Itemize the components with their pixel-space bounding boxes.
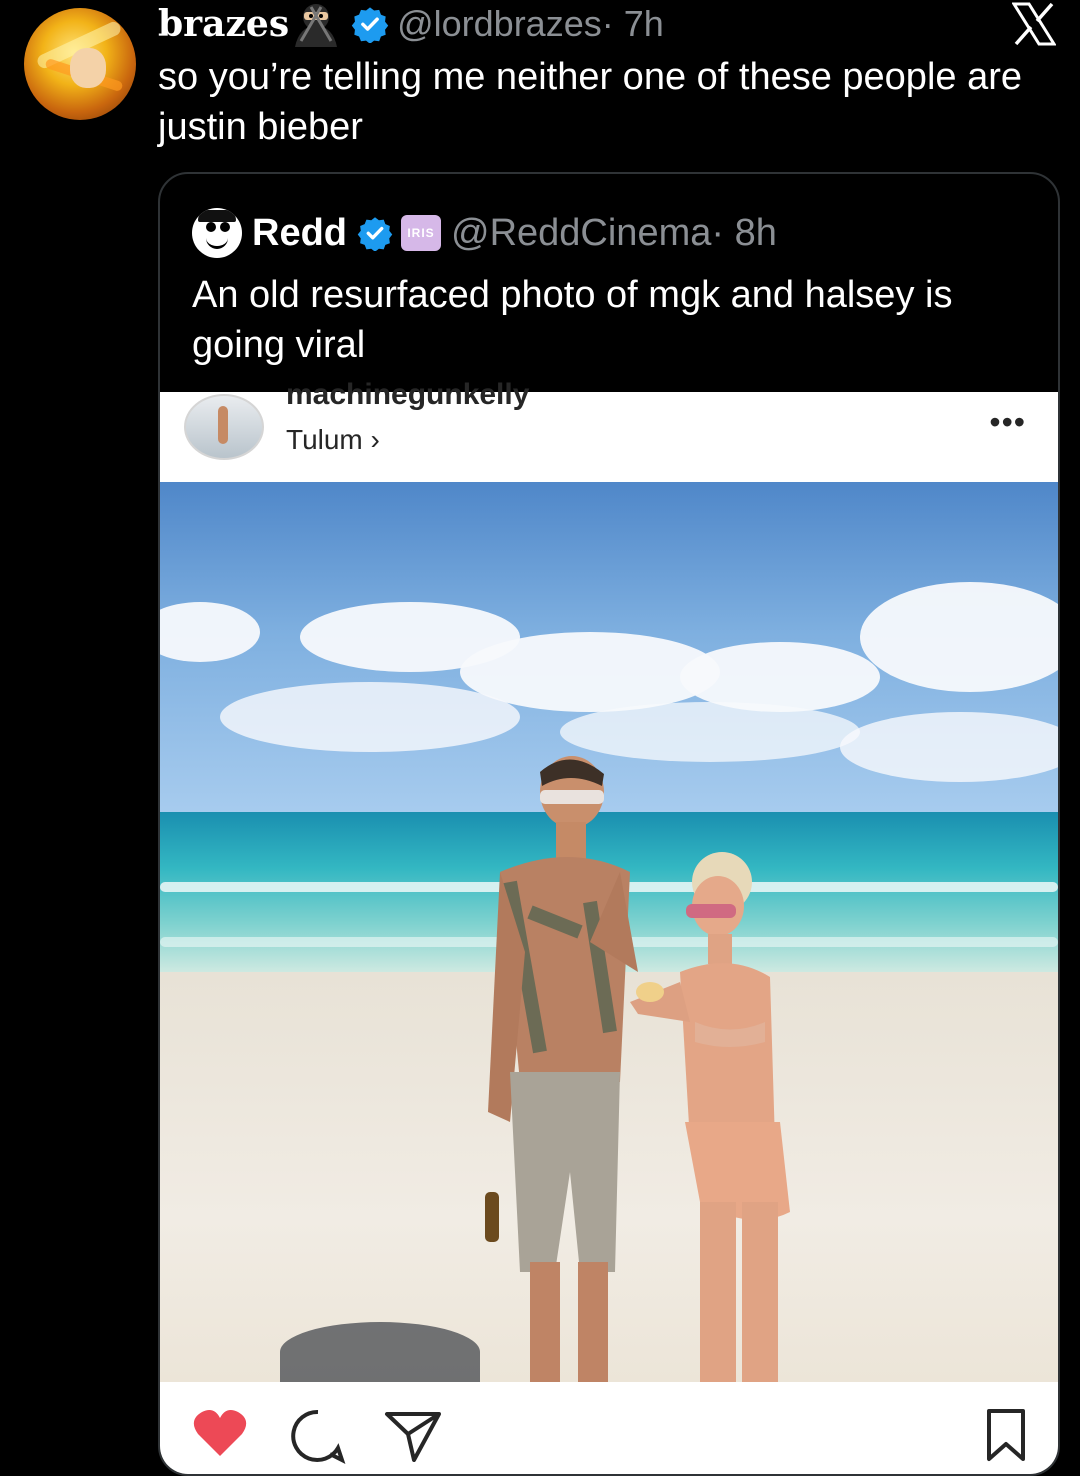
- comment-icon[interactable]: [290, 1408, 346, 1464]
- beach-photo: [160, 482, 1058, 1382]
- more-options-icon: •••: [989, 404, 1026, 440]
- woman-figure: [630, 852, 790, 1382]
- chevron-right-icon: ›: [370, 424, 380, 455]
- embedded-instagram-post[interactable]: machinegunkelly Tulum › •••: [160, 378, 1058, 1474]
- author-avatar[interactable]: [24, 8, 136, 120]
- share-icon[interactable]: [384, 1410, 442, 1462]
- tweet-text: so you’re telling me neither one of thes…: [158, 56, 1022, 148]
- quoted-tweet-text: An old resurfaced photo of mgk and halse…: [192, 274, 953, 366]
- quoted-author-name[interactable]: Redd: [252, 212, 347, 255]
- ig-username: machinegunkelly: [286, 378, 530, 411]
- ig-avatar: [184, 394, 264, 460]
- ig-location-text: Tulum: [286, 424, 363, 455]
- quoted-tweet-time: · 8h: [711, 211, 777, 254]
- quoted-tweet-header: Redd IRIS @ReddCinema · 8h: [192, 208, 777, 258]
- verified-icon: [357, 217, 393, 251]
- quoted-author-avatar[interactable]: [192, 208, 242, 258]
- verified-icon: [351, 7, 389, 43]
- tweet-time: · 7h: [601, 3, 664, 44]
- tweet-header: brazes @lordbrazes · 7h: [158, 0, 664, 48]
- heart-icon[interactable]: [192, 1408, 248, 1458]
- quoted-tweet[interactable]: Redd IRIS @ReddCinema · 8h An old resurf…: [158, 172, 1060, 1476]
- ninja-emoji-icon: [295, 4, 338, 47]
- ig-location: Tulum ›: [286, 424, 380, 456]
- quoted-author-handle[interactable]: @ReddCinema: [451, 212, 711, 255]
- bookmark-icon[interactable]: [986, 1408, 1026, 1462]
- author-handle[interactable]: @lordbrazes: [397, 3, 602, 45]
- iris-badge-icon: IRIS: [401, 215, 441, 251]
- man-figure: [485, 756, 638, 1382]
- x-logo-icon: [1012, 2, 1056, 46]
- ig-action-bar: [160, 1392, 1058, 1472]
- author-name[interactable]: brazes: [158, 3, 289, 45]
